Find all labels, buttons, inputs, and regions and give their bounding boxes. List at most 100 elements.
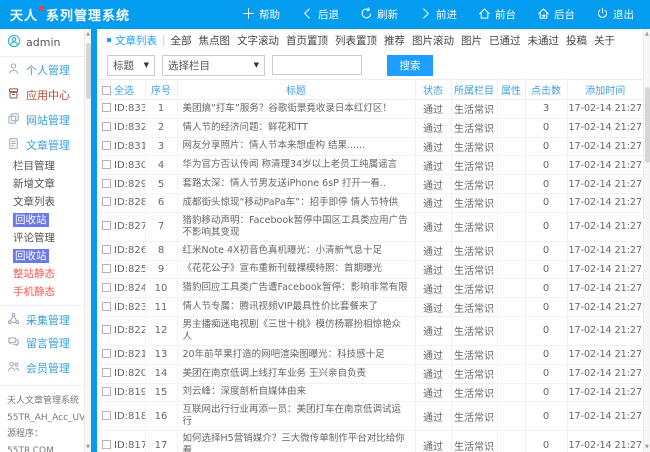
row-checkbox[interactable] (102, 122, 111, 131)
sidebar-item[interactable]: 整站静态 (0, 265, 84, 283)
sidebar-item[interactable]: 会员管理 (0, 355, 84, 380)
select-all-checkbox[interactable] (102, 86, 111, 95)
row-checkbox[interactable] (102, 302, 111, 311)
sidebar-item[interactable]: 采集管理 (0, 305, 84, 330)
sidebar-item[interactable]: 栏目管理 (0, 157, 84, 175)
cell-title[interactable]: 20年前苹果打造的网吧渲染图曝光：科技感十足 (177, 345, 415, 364)
cell-title[interactable]: 如何选择H5营销媒介？三大微传单制作平台对比给你看 (177, 431, 415, 452)
scroll-down-icon[interactable]: ▼ (644, 443, 650, 451)
tab-link[interactable]: 列表置顶 (335, 35, 377, 47)
row-checkbox[interactable] (102, 325, 111, 334)
sidebar-item[interactable]: 网站管理 (0, 107, 84, 132)
cell-title[interactable]: 套路太深：情人节男友送iPhone 6sP 打开一看.. (177, 175, 415, 194)
cell-title[interactable]: 红米Note 4X初音色真机曝光：小清新气息十足 (177, 241, 415, 260)
table-row[interactable]: ID:81915刘云峰：深度剖析自媒体由来通过生活常识017-02-14 21:… (97, 383, 643, 402)
search-button[interactable]: 搜索 (387, 55, 433, 76)
tab-link[interactable]: 焦点图 (199, 35, 231, 47)
cell-title[interactable]: 情人节专属：腾讯视频VIP最具性价比套餐来了 (177, 298, 415, 317)
table-row[interactable]: ID:81816互联网出行行业再添一员：美团打车在南京低调试运行通过生活常识01… (97, 402, 643, 431)
row-checkbox[interactable] (102, 160, 111, 169)
table-row[interactable]: ID:8322情人节的经济问题：鲜花和TT通过生活常识017-02-14 21:… (97, 118, 643, 137)
tab-link[interactable]: 文字滚动 (237, 35, 279, 47)
sidebar-item[interactable]: 个人管理 (0, 57, 84, 82)
table-row[interactable]: ID:8331美团搞“打车”服务？谷歌街景竟收录日本红灯区！通过生活常识317-… (97, 100, 643, 119)
cell-title[interactable]: 男主播痴迷电视剧《三世十桃》模仿杨幂扮相惊艳众人 (177, 316, 415, 345)
scroll-down-icon[interactable]: ▼ (85, 443, 91, 451)
cell-title[interactable]: 猎豹移动声明：Facebook暂停中国区工具类应用广告不影响其变现 (177, 212, 415, 241)
row-checkbox[interactable] (102, 283, 111, 292)
table-row[interactable]: ID:8268红米Note 4X初音色真机曝光：小清新气息十足通过生活常识017… (97, 241, 643, 260)
topbar-button-3[interactable]: 刷新 (360, 7, 398, 23)
row-checkbox[interactable] (102, 264, 111, 273)
cell-title[interactable]: 猎豹回应工具类广告遭Facebook暂停：影响非常有限 (177, 279, 415, 298)
tab-link[interactable]: 推荐 (384, 35, 405, 47)
keyword-input[interactable] (272, 55, 362, 75)
topbar-button-6[interactable]: 后台 (537, 7, 575, 23)
row-checkbox[interactable] (102, 387, 111, 396)
cell-title[interactable]: 成都街头惊现“移动PaPa车”：招手即停 情人节特供 (177, 193, 415, 212)
tab-link[interactable]: 关于 (594, 35, 615, 47)
cell-title[interactable]: 《花花公子》宣布重新刊载裸模特照：首期曝光 (177, 260, 415, 279)
tab-link[interactable]: 全部 (171, 35, 192, 47)
row-checkbox[interactable] (102, 103, 111, 112)
field-filter-select[interactable]: 标题 ▼ (107, 55, 155, 76)
table-row[interactable]: ID:81717如何选择H5营销媒介？三大微传单制作平台对比给你看通过生活常识0… (97, 431, 643, 452)
row-checkbox[interactable] (102, 141, 111, 150)
tab-link[interactable]: 图片 (461, 35, 482, 47)
table-row[interactable]: ID:82014美团在南京低调上线打车业务 王兴亲自负责通过生活常识017-02… (97, 364, 643, 383)
sidebar-item[interactable]: 留言管理 (0, 330, 84, 355)
row-checkbox[interactable] (102, 411, 111, 420)
main-scrollbar-thumb[interactable] (645, 87, 650, 163)
cell-title[interactable]: 情人节的经济问题：鲜花和TT (177, 118, 415, 137)
table-row[interactable]: ID:82212男主播痴迷电视剧《三世十桃》模仿杨幂扮相惊艳众人通过生活常识01… (97, 316, 643, 345)
cell-title[interactable]: 美团搞“打车”服务？谷歌街景竟收录日本红灯区！ (177, 100, 415, 119)
topbar-button-4[interactable]: 前进 (419, 7, 457, 23)
scroll-up-icon[interactable]: ▲ (85, 30, 91, 38)
row-checkbox[interactable] (102, 221, 111, 230)
sidebar-item[interactable]: 新增文章 (0, 175, 84, 193)
table-row[interactable]: ID:82311情人节专属：腾讯视频VIP最具性价比套餐来了通过生活常识017-… (97, 298, 643, 317)
sidebar-item[interactable]: 评论管理 (0, 229, 84, 247)
sidebar-item[interactable]: 回收站 (0, 211, 84, 229)
user-info[interactable]: admin (0, 29, 84, 57)
scroll-up-icon[interactable]: ▲ (644, 30, 650, 38)
sidebar-item[interactable]: 手机静态 (0, 283, 84, 301)
tab-link[interactable]: 首页置顶 (286, 35, 328, 47)
row-checkbox[interactable] (102, 179, 111, 188)
table-row[interactable]: ID:8259《花花公子》宣布重新刊载裸模特照：首期曝光通过生活常识017-02… (97, 260, 643, 279)
cell-title[interactable]: 华为官方否认传闻 称清理34岁以上老员工纯属谣言 (177, 156, 415, 175)
sidebar-item[interactable]: 回收站 (0, 247, 84, 265)
topbar-button-7[interactable]: 退出 (596, 7, 634, 23)
table-row[interactable]: ID:8286成都街头惊现“移动PaPa车”：招手即停 情人节特供通过生活常识0… (97, 193, 643, 212)
topbar-button-1[interactable]: 帮助 (242, 7, 280, 23)
main-scrollbar[interactable]: ▲ ▼ (643, 29, 650, 452)
topbar-button-5[interactable]: 前台 (478, 7, 516, 23)
table-row[interactable]: ID:8304华为官方否认传闻 称清理34岁以上老员工纯属谣言通过生活常识017… (97, 156, 643, 175)
table-row[interactable]: ID:8277猎豹移动声明：Facebook暂停中国区工具类应用广告不影响其变现… (97, 212, 643, 241)
tab-link[interactable]: 图片滚动 (412, 35, 454, 47)
table-row[interactable]: ID:82410猎豹回应工具类广告遭Facebook暂停：影响非常有限通过生活常… (97, 279, 643, 298)
sidebar-item[interactable]: 应用中心 (0, 82, 84, 107)
cell-title[interactable]: 互联网出行行业再添一员：美团打车在南京低调试运行 (177, 402, 415, 431)
tab-link[interactable]: 未通过 (528, 35, 560, 47)
row-checkbox[interactable] (102, 440, 111, 449)
tab-article-list-current[interactable]: 文章列表 (115, 33, 157, 48)
cell-title[interactable]: 刘云峰：深度剖析自媒体由来 (177, 383, 415, 402)
topbar-button-2[interactable]: 后退 (301, 7, 339, 23)
tab-link[interactable]: 已通过 (489, 35, 521, 47)
sidebar-item[interactable]: 文章管理 (0, 132, 84, 157)
table-row[interactable]: ID:8211320年前苹果打造的网吧渲染图曝光：科技感十足通过生活常识017-… (97, 345, 643, 364)
row-checkbox[interactable] (102, 368, 111, 377)
category-filter-select[interactable]: 选择栏目 ▼ (162, 55, 265, 76)
table-row[interactable]: ID:8295套路太深：情人节男友送iPhone 6sP 打开一看..通过生活常… (97, 175, 643, 194)
tab-link[interactable]: 投稿 (566, 35, 587, 47)
cell-title[interactable]: 网友分享照片：情人节本来想虚构 结果...... (177, 137, 415, 156)
sidebar-scrollbar-thumb[interactable] (86, 43, 91, 99)
row-checkbox[interactable] (102, 349, 111, 358)
row-checkbox[interactable] (102, 197, 111, 206)
row-checkbox[interactable] (102, 245, 111, 254)
cell-title[interactable]: 美团在南京低调上线打车业务 王兴亲自负责 (177, 364, 415, 383)
sidebar-scrollbar[interactable]: ▲ ▼ (84, 29, 91, 452)
table-row[interactable]: ID:8313网友分享照片：情人节本来想虚构 结果......通过生活常识017… (97, 137, 643, 156)
sidebar-item[interactable]: 文章列表 (0, 193, 84, 211)
